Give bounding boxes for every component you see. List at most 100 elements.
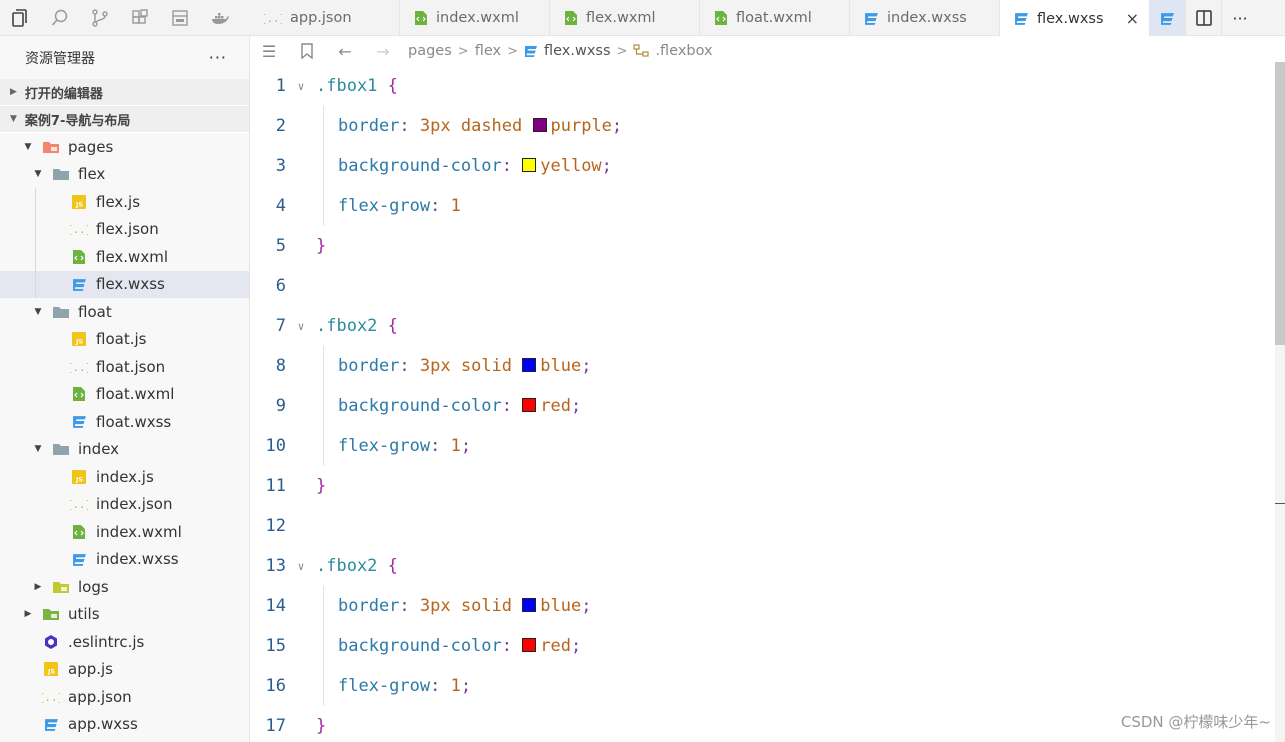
code-line[interactable]: 12 <box>250 506 1275 546</box>
tree-item-float-js[interactable]: JS float.js <box>0 326 249 354</box>
tree-item-float-wxml[interactable]: float.wxml <box>0 381 249 409</box>
docker-icon[interactable] <box>200 0 240 36</box>
vertical-scrollbar[interactable] <box>1275 62 1285 742</box>
fold-chevron-icon[interactable]: ∨ <box>286 320 316 333</box>
tree-item-float-wxss[interactable]: float.wxss <box>0 408 249 436</box>
extensions-icon[interactable] <box>120 0 160 36</box>
code-line[interactable]: 5} <box>250 226 1275 266</box>
indent-guide <box>323 426 324 466</box>
tree-item-logs[interactable]: ▶ logs <box>0 573 249 601</box>
project-section[interactable]: ▼ 案例7-导航与布局 <box>0 106 249 133</box>
code-editor[interactable]: 1 ∨ .fbox1 {2 border: 3px dashed purple; 3 ba… <box>250 66 1275 742</box>
code-line[interactable]: 2 border: 3px dashed purple; <box>250 106 1275 146</box>
color-swatch[interactable] <box>522 598 537 612</box>
tree-item-app-wxss[interactable]: app.wxss <box>0 711 249 739</box>
scrollbar-thumb[interactable] <box>1275 62 1285 345</box>
svg-text:{..}: {..} <box>264 12 282 25</box>
fold-chevron-icon[interactable]: ∨ <box>286 80 316 93</box>
code-token: : <box>430 676 451 696</box>
outline-list-icon[interactable]: ☰ <box>250 42 288 61</box>
bookmark-icon[interactable] <box>288 43 326 59</box>
explorer-icon[interactable] <box>0 0 40 36</box>
code-line[interactable]: 6 <box>250 266 1275 306</box>
layout-icon[interactable] <box>160 0 200 36</box>
more-actions-icon[interactable]: ··· <box>1222 0 1258 36</box>
tab-flex-wxss[interactable]: flex.wxss × <box>1000 0 1150 37</box>
code-line[interactable]: 4 flex-grow: 1 <box>250 186 1275 226</box>
code-line[interactable]: 9 background-color: red; <box>250 386 1275 426</box>
svg-text:JS: JS <box>75 475 83 483</box>
code-line[interactable]: 15 background-color: red; <box>250 626 1275 666</box>
tree-item-index-wxml[interactable]: index.wxml <box>0 518 249 546</box>
tree-item-utils[interactable]: ▶ utils <box>0 601 249 629</box>
tab-flex-wxml[interactable]: flex.wxml <box>550 0 700 36</box>
code-token: ; <box>601 156 612 176</box>
code-line[interactable]: 3 background-color: yellow; <box>250 146 1275 186</box>
code-line[interactable]: 13 ∨ .fbox2 { <box>250 546 1275 586</box>
tree-item-index[interactable]: ▼ index <box>0 436 249 464</box>
code-line[interactable]: 10 flex-grow: 1; <box>250 426 1275 466</box>
tree-item-flex[interactable]: ▼ flex <box>0 161 249 189</box>
line-number: 11 <box>265 476 286 496</box>
color-swatch[interactable] <box>522 398 537 412</box>
wxml-icon <box>564 10 578 26</box>
indent-guide <box>323 106 324 146</box>
forward-arrow-icon[interactable]: → <box>364 42 402 61</box>
code-token: .fbox1 <box>316 76 378 96</box>
search-icon[interactable] <box>40 0 80 36</box>
js-icon: JS <box>42 661 60 677</box>
json-icon: {..} <box>264 10 282 26</box>
back-arrow-icon[interactable]: ← <box>326 42 364 61</box>
code-text: } <box>316 716 326 736</box>
ide-window: {..} app.json index.wxml flex.wxml float.wxm… <box>0 0 1285 742</box>
tab-index-wxss[interactable]: index.wxss <box>850 0 1000 36</box>
color-swatch[interactable] <box>522 358 537 372</box>
tab-index-wxml[interactable]: index.wxml <box>400 0 550 36</box>
tree-item-index-json[interactable]: {..} index.json <box>0 491 249 519</box>
tab-float-wxml[interactable]: float.wxml <box>700 0 850 36</box>
breadcrumb-item-file[interactable]: flex.wxss <box>544 43 611 59</box>
open-editors-section[interactable]: ▶ 打开的编辑器 <box>0 79 249 106</box>
code-token: { <box>387 76 398 96</box>
tree-item-flex-json[interactable]: {..} flex.json <box>0 216 249 244</box>
tree-item-app-json[interactable]: {..} app.json <box>0 683 249 711</box>
tree-item-flex-js[interactable]: JS flex.js <box>0 188 249 216</box>
code-line[interactable]: 1 ∨ .fbox1 { <box>250 66 1275 106</box>
color-swatch[interactable] <box>522 158 537 172</box>
source-control-icon[interactable] <box>80 0 120 36</box>
code-line[interactable]: 7 ∨ .fbox2 { <box>250 306 1275 346</box>
tree-item-label: pages <box>68 137 114 156</box>
tree-item-index-wxss[interactable]: index.wxss <box>0 546 249 574</box>
wxss-preview-icon[interactable] <box>1150 0 1186 36</box>
code-line[interactable]: 14 border: 3px solid blue; <box>250 586 1275 626</box>
tree-item-app-js[interactable]: JS app.js <box>0 656 249 684</box>
breadcrumb-bar: ☰ ← → pages > flex > flex.wxss > .flexbo… <box>250 36 1285 66</box>
split-editor-icon[interactable] <box>1186 0 1222 36</box>
tree-item-flex-wxml[interactable]: flex.wxml <box>0 243 249 271</box>
code-text: } <box>316 236 326 256</box>
tree-item-pages[interactable]: ▼ pages <box>0 133 249 161</box>
code-line[interactable]: 8 border: 3px solid blue; <box>250 346 1275 386</box>
caret-down-icon: ▼ <box>34 169 42 180</box>
code-token: yellow <box>540 156 602 176</box>
tree-item-label: flex.wxss <box>96 275 165 294</box>
tree-item-index-js[interactable]: JS index.js <box>0 463 249 491</box>
close-icon[interactable]: × <box>1126 9 1139 28</box>
color-swatch[interactable] <box>522 638 537 652</box>
color-swatch[interactable] <box>532 118 547 132</box>
breadcrumb-item-flex[interactable]: flex <box>475 43 501 59</box>
tab-app-json[interactable]: {..} app.json <box>250 0 400 36</box>
breadcrumb-item-pages[interactable]: pages <box>408 43 452 59</box>
fold-chevron-icon[interactable]: ∨ <box>286 560 316 573</box>
wxml-icon <box>70 386 88 402</box>
tree-item-float[interactable]: ▼ float <box>0 298 249 326</box>
code-line[interactable]: 16 flex-grow: 1; <box>250 666 1275 706</box>
tree-item-eslintrc-js[interactable]: .eslintrc.js <box>0 628 249 656</box>
js-icon: JS <box>70 331 88 347</box>
line-number: 12 <box>265 516 286 536</box>
more-actions-icon[interactable]: ··· <box>209 48 227 67</box>
code-line[interactable]: 11} <box>250 466 1275 506</box>
breadcrumb-item-symbol[interactable]: .flexbox <box>655 43 712 59</box>
tree-item-float-json[interactable]: {..} float.json <box>0 353 249 381</box>
tree-item-flex-wxss[interactable]: flex.wxss <box>0 270 249 298</box>
